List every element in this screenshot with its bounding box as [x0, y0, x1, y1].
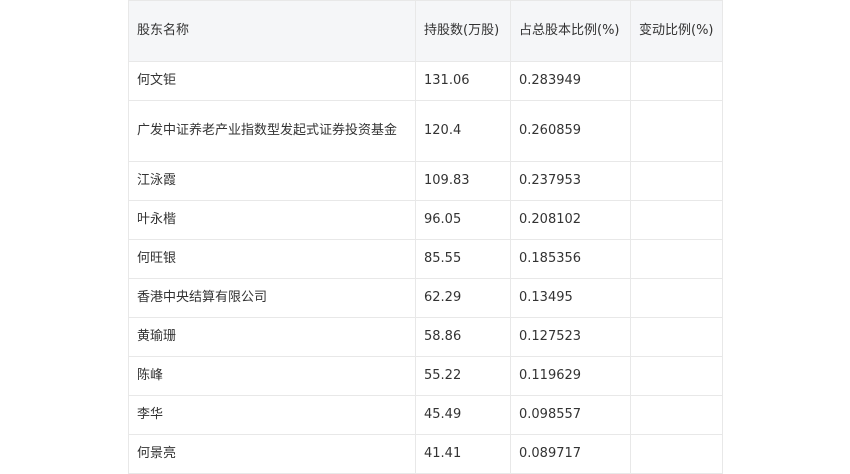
cell-shareholder-name: 叶永楷 [128, 200, 416, 240]
cell-share-ratio: 0.185356 [510, 239, 631, 279]
cell-shareholder-name: 广发中证养老产业指数型发起式证券投资基金 [128, 100, 416, 162]
cell-shares-held: 120.4 [415, 100, 511, 162]
cell-share-ratio: 0.208102 [510, 200, 631, 240]
cell-share-ratio: 0.13495 [510, 278, 631, 318]
cell-shares-held: 85.55 [415, 239, 511, 279]
cell-shares-held: 41.41 [415, 434, 511, 474]
cell-shareholder-name: 李华 [128, 395, 416, 435]
table-row: 叶永楷 96.05 0.208102 [128, 200, 723, 240]
cell-shares-held: 55.22 [415, 356, 511, 396]
cell-shareholder-name: 何旺银 [128, 239, 416, 279]
cell-shareholder-name: 陈峰 [128, 356, 416, 396]
cell-share-ratio: 0.119629 [510, 356, 631, 396]
cell-change-ratio [630, 356, 723, 396]
cell-change-ratio [630, 161, 723, 201]
cell-change-ratio [630, 395, 723, 435]
cell-share-ratio: 0.283949 [510, 61, 631, 101]
cell-change-ratio [630, 200, 723, 240]
header-share-ratio: 占总股本比例(%) [510, 0, 631, 62]
cell-shareholder-name: 何景亮 [128, 434, 416, 474]
table-row: 何旺银 85.55 0.185356 [128, 239, 723, 279]
cell-change-ratio [630, 317, 723, 357]
cell-change-ratio [630, 278, 723, 318]
cell-share-ratio: 0.237953 [510, 161, 631, 201]
shareholder-table-container: 股东名称 持股数(万股) 占总股本比例(%) 变动比例(%) 何文钜 131.0… [128, 0, 723, 474]
cell-shares-held: 109.83 [415, 161, 511, 201]
cell-shareholder-name: 黄瑜珊 [128, 317, 416, 357]
table-row: 何景亮 41.41 0.089717 [128, 434, 723, 474]
cell-change-ratio [630, 61, 723, 101]
cell-share-ratio: 0.127523 [510, 317, 631, 357]
table-row: 广发中证养老产业指数型发起式证券投资基金 120.4 0.260859 [128, 100, 723, 162]
table-row: 香港中央结算有限公司 62.29 0.13495 [128, 278, 723, 318]
cell-share-ratio: 0.260859 [510, 100, 631, 162]
cell-change-ratio [630, 434, 723, 474]
cell-shares-held: 58.86 [415, 317, 511, 357]
cell-shareholder-name: 江泳霞 [128, 161, 416, 201]
cell-shares-held: 62.29 [415, 278, 511, 318]
cell-shares-held: 131.06 [415, 61, 511, 101]
shareholder-table: 股东名称 持股数(万股) 占总股本比例(%) 变动比例(%) 何文钜 131.0… [128, 0, 723, 474]
header-shares-held: 持股数(万股) [415, 0, 511, 62]
cell-shareholder-name: 香港中央结算有限公司 [128, 278, 416, 318]
table-row: 江泳霞 109.83 0.237953 [128, 161, 723, 201]
cell-shareholder-name: 何文钜 [128, 61, 416, 101]
table-row: 李华 45.49 0.098557 [128, 395, 723, 435]
cell-change-ratio [630, 239, 723, 279]
cell-share-ratio: 0.089717 [510, 434, 631, 474]
table-row: 陈峰 55.22 0.119629 [128, 356, 723, 396]
cell-shares-held: 45.49 [415, 395, 511, 435]
header-change-ratio: 变动比例(%) [630, 0, 723, 62]
cell-share-ratio: 0.098557 [510, 395, 631, 435]
table-row: 何文钜 131.06 0.283949 [128, 61, 723, 101]
header-shareholder-name: 股东名称 [128, 0, 416, 62]
table-header-row: 股东名称 持股数(万股) 占总股本比例(%) 变动比例(%) [128, 0, 723, 62]
cell-shares-held: 96.05 [415, 200, 511, 240]
cell-change-ratio [630, 100, 723, 162]
table-row: 黄瑜珊 58.86 0.127523 [128, 317, 723, 357]
